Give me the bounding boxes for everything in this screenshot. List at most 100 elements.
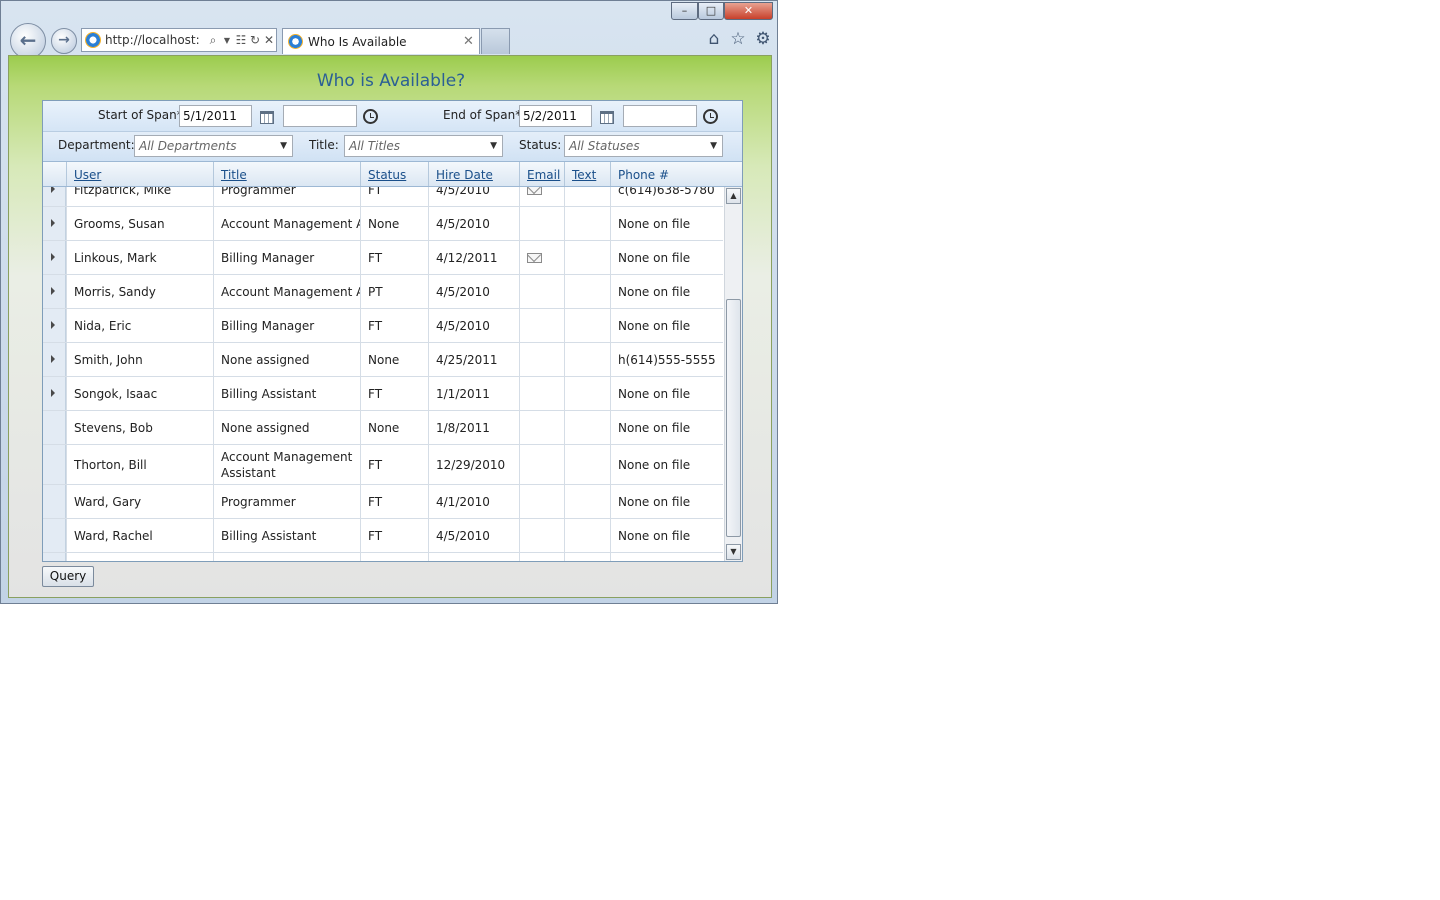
compatibility-icon[interactable]: ☷	[234, 33, 248, 47]
row-header[interactable]	[43, 343, 66, 376]
department-select[interactable]: All Departments ▼	[134, 135, 293, 157]
cell-hire-date: 4/1/2010	[428, 485, 519, 518]
cell-status-text: FT	[368, 386, 383, 401]
start-calendar-icon[interactable]	[260, 111, 274, 124]
cell-status: PT	[360, 275, 428, 308]
cell-status-text: FT	[368, 318, 383, 333]
end-date-input[interactable]: 5/2/2011	[519, 105, 592, 127]
expand-arrow-icon[interactable]	[51, 287, 55, 295]
row-header[interactable]	[43, 207, 66, 240]
cell-status: None	[360, 343, 428, 376]
table-row[interactable]: Smith, John None assigned None 4/25/2011 h(6…	[43, 343, 723, 377]
scrollbar-thumb[interactable]	[726, 299, 741, 537]
mail-icon[interactable]	[527, 252, 542, 263]
tab-who-is-available[interactable]: Who Is Available ✕	[282, 28, 480, 54]
cell-title-text: None assigned	[221, 420, 310, 435]
column-header-title[interactable]: Title	[213, 162, 360, 186]
table-row[interactable]: Linkous, Mark Billing Manager FT 4/12/2011 N…	[43, 241, 723, 275]
cell-title: Account Management Ass	[213, 207, 360, 240]
title-select[interactable]: All Titles ▼	[344, 135, 503, 157]
table-row[interactable]: Ward, Rachel Billing Assistant FT 4/5/2010 N…	[43, 519, 723, 553]
cell-user: Nida, Eric	[66, 309, 213, 342]
new-tab-button[interactable]	[481, 28, 510, 54]
column-header-email[interactable]: Email	[519, 162, 564, 186]
back-button[interactable]: ←	[10, 23, 46, 59]
row-header[interactable]	[43, 187, 66, 206]
forward-button[interactable]: →	[51, 28, 77, 54]
cell-text	[564, 553, 610, 561]
cell-user-text: Fitzpatrick, Mike	[74, 187, 172, 197]
end-time-input[interactable]	[623, 105, 697, 127]
vertical-scrollbar[interactable]: ▲ ▼	[724, 187, 742, 561]
mail-icon[interactable]	[527, 187, 542, 195]
cell-user: Linkous, Mark	[66, 241, 213, 274]
refresh-icon[interactable]: ↻	[248, 33, 262, 47]
table-row[interactable]: Grooms, Susan Account Management Ass None 4…	[43, 207, 723, 241]
cell-phone-text: None on file	[618, 420, 691, 435]
expand-arrow-icon[interactable]	[51, 253, 55, 261]
table-row[interactable]: Stevens, Bob None assigned None 1/8/2011 Non…	[43, 411, 723, 445]
column-header-user[interactable]: User	[66, 162, 213, 186]
cell-title: None assigned	[213, 343, 360, 376]
table-row[interactable]: Songok, Isaac Billing Assistant FT 1/1/2011…	[43, 377, 723, 411]
row-header[interactable]	[43, 275, 66, 308]
cell-title-text: Account Management Ass	[221, 284, 360, 299]
gear-icon[interactable]: ⚙	[753, 29, 773, 49]
cell-email	[519, 207, 564, 240]
cell-phone-text: None on file	[618, 528, 691, 543]
maximize-button[interactable]: □	[698, 2, 724, 20]
start-date-input[interactable]: 5/1/2011	[179, 105, 252, 127]
scroll-down-button[interactable]: ▼	[726, 544, 741, 560]
dropdown-icon[interactable]: ▼	[220, 36, 234, 45]
scroll-up-button[interactable]: ▲	[726, 188, 741, 204]
row-header[interactable]	[43, 377, 66, 410]
cell-email	[519, 553, 564, 561]
table-row[interactable]: Fitzpatrick, Mike Programmer FT 4/5/2010 c(6…	[43, 187, 723, 207]
expand-arrow-icon[interactable]	[51, 219, 55, 227]
cell-phone-text: None on file	[618, 386, 691, 401]
table-row[interactable]: Ziebler, BrianBilling ManagerPT10/28/201…	[43, 553, 723, 561]
column-header-hire-date[interactable]: Hire Date	[428, 162, 519, 186]
cell-user: Ward, Gary	[66, 485, 213, 518]
expand-arrow-icon[interactable]	[51, 389, 55, 397]
cell-hire-date: 10/28/2010	[428, 553, 519, 561]
end-clock-icon[interactable]	[703, 109, 718, 124]
row-header[interactable]	[43, 241, 66, 274]
expand-arrow-icon[interactable]	[51, 355, 55, 363]
start-time-input[interactable]	[283, 105, 357, 127]
expand-arrow-icon[interactable]	[51, 187, 55, 193]
address-url[interactable]: http://localhost:	[105, 33, 206, 47]
address-bar[interactable]: http://localhost: ⌕ ▼ ☷ ↻ ✕	[81, 28, 277, 52]
stop-icon[interactable]: ✕	[262, 33, 276, 47]
cell-hire-date: 1/8/2011	[428, 411, 519, 444]
favorites-star-icon[interactable]: ☆	[728, 29, 748, 49]
cell-text	[564, 377, 610, 410]
status-select[interactable]: All Statuses ▼	[564, 135, 723, 157]
table-row[interactable]: Thorton, Bill Account Management Assistan…	[43, 445, 723, 485]
row-header	[43, 411, 66, 444]
cell-hire-date-text: 4/5/2010	[436, 318, 490, 333]
cell-text	[564, 343, 610, 376]
table-row[interactable]: Ward, Gary Programmer FT 4/1/2010 None on fi…	[43, 485, 723, 519]
table-row[interactable]: Nida, Eric Billing Manager FT 4/5/2010 None …	[43, 309, 723, 343]
filter-row: Department: All Departments ▼ Title: All…	[43, 132, 742, 162]
cell-user-text: Morris, Sandy	[74, 284, 156, 299]
cell-user-text: Thorton, Bill	[74, 457, 147, 472]
table-row[interactable]: Morris, Sandy Account Management Ass PT 4/5…	[43, 275, 723, 309]
tab-close-icon[interactable]: ✕	[463, 34, 479, 49]
start-clock-icon[interactable]	[363, 109, 378, 124]
cell-hire-date: 4/5/2010	[428, 519, 519, 552]
expand-arrow-icon[interactable]	[51, 321, 55, 329]
search-icon[interactable]: ⌕	[206, 33, 220, 48]
end-calendar-icon[interactable]	[600, 111, 614, 124]
row-header	[43, 445, 66, 484]
row-header[interactable]	[43, 309, 66, 342]
query-button[interactable]: Query	[42, 566, 94, 587]
cell-text	[564, 241, 610, 274]
close-window-button[interactable]: ✕	[724, 2, 773, 20]
minimize-button[interactable]: –	[671, 2, 698, 20]
cell-email	[519, 187, 564, 206]
home-icon[interactable]: ⌂	[704, 29, 724, 49]
column-header-text[interactable]: Text	[564, 162, 610, 186]
column-header-status[interactable]: Status	[360, 162, 428, 186]
